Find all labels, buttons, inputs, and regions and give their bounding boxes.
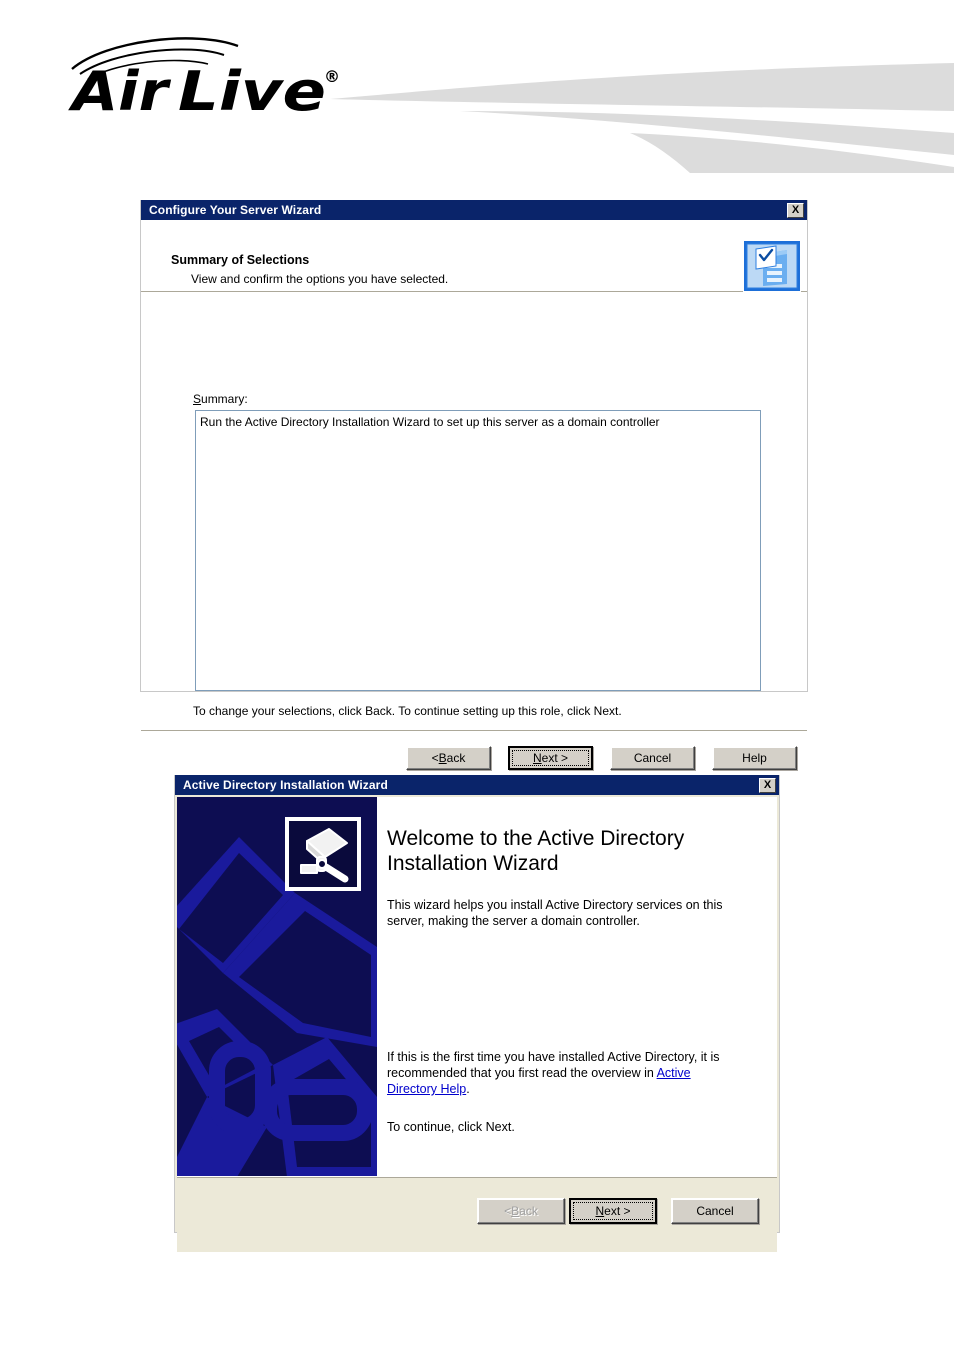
cys-titlebar[interactable]: Configure Your Server Wizard X bbox=[141, 200, 807, 220]
active-directory-icon bbox=[285, 817, 361, 891]
cys-title-text: Configure Your Server Wizard bbox=[149, 203, 322, 217]
ad-title-text: Active Directory Installation Wizard bbox=[183, 778, 388, 792]
cancel-button[interactable]: Cancel bbox=[671, 1198, 759, 1224]
ad-help-text-after: . bbox=[466, 1082, 470, 1096]
cys-body-panel: Summary: Run the Active Directory Instal… bbox=[141, 292, 807, 784]
next-button[interactable]: Next > bbox=[569, 1198, 657, 1224]
ad-continue-paragraph: To continue, click Next. bbox=[387, 1120, 515, 1134]
svg-text:Air: Air bbox=[68, 60, 172, 116]
configure-your-server-wizard-dialog: Configure Your Server Wizard X Summary o… bbox=[140, 200, 808, 784]
ad-titlebar[interactable]: Active Directory Installation Wizard X bbox=[175, 775, 779, 795]
ad-banner-artwork bbox=[177, 797, 377, 1176]
ad-intro-paragraph: This wizard helps you install Active Dir… bbox=[387, 898, 723, 928]
airlive-logo: Air Live ® bbox=[66, 34, 356, 123]
ad-help-paragraph: If this is the first time you have insta… bbox=[387, 1049, 732, 1097]
back-button[interactable]: < Back bbox=[406, 746, 491, 770]
cys-button-group: < Back Next > Cancel Help bbox=[406, 746, 797, 770]
cys-page-title: Summary of Selections bbox=[171, 253, 310, 267]
summary-label: Summary: bbox=[193, 392, 248, 406]
page-header: Air Live ® bbox=[0, 0, 954, 175]
ad-content-panel: Welcome to the Active Directory Installa… bbox=[177, 797, 777, 1177]
ad-button-bar: < Back Next > Cancel bbox=[177, 1177, 777, 1252]
close-icon[interactable]: X bbox=[787, 202, 804, 218]
ad-welcome-heading: Welcome to the Active Directory Installa… bbox=[387, 827, 685, 875]
summary-item: Run the Active Directory Installation Wi… bbox=[200, 415, 660, 429]
header-swoosh-graphic bbox=[330, 55, 954, 173]
next-button[interactable]: Next > bbox=[508, 746, 593, 770]
cys-page-subtitle: View and confirm the options you have se… bbox=[191, 272, 449, 286]
cys-instruction-text: To change your selections, click Back. T… bbox=[193, 704, 622, 718]
summary-textbox[interactable]: Run the Active Directory Installation Wi… bbox=[195, 410, 761, 691]
ad-button-group: < Back Next > Cancel bbox=[477, 1198, 759, 1224]
cys-header-panel: Summary of Selections View and confirm t… bbox=[141, 220, 807, 292]
server-checklist-icon bbox=[743, 240, 801, 292]
help-button[interactable]: Help bbox=[712, 746, 797, 770]
ad-text-panel: Welcome to the Active Directory Installa… bbox=[377, 797, 777, 1176]
close-icon[interactable]: X bbox=[759, 777, 776, 793]
svg-text:Live: Live bbox=[178, 60, 326, 116]
active-directory-installation-wizard-dialog: Active Directory Installation Wizard X W… bbox=[174, 775, 780, 1252]
cancel-button[interactable]: Cancel bbox=[610, 746, 695, 770]
back-button[interactable]: < Back bbox=[477, 1198, 565, 1224]
